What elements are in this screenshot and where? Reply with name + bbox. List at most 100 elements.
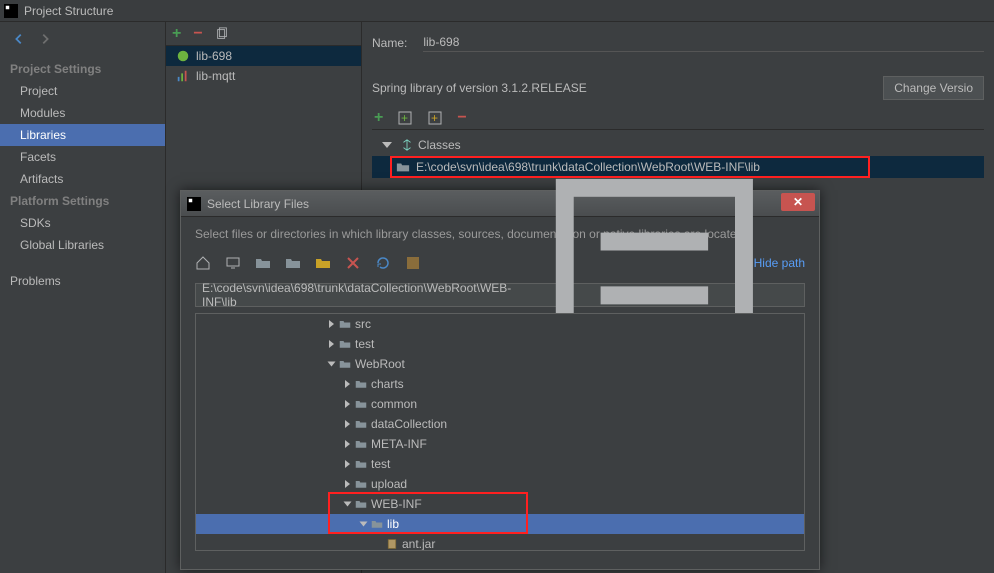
tree-node-label: lib xyxy=(387,517,399,531)
tree-node-label: WebRoot xyxy=(355,357,405,371)
forward-icon[interactable] xyxy=(38,32,52,46)
sidebar-item-facets[interactable]: Facets xyxy=(0,146,165,168)
svg-text:+: + xyxy=(431,111,438,125)
refresh-icon[interactable] xyxy=(375,255,391,271)
classes-label: Classes xyxy=(418,138,461,152)
back-icon[interactable] xyxy=(12,32,26,46)
section-project-settings: Project Settings xyxy=(0,58,165,80)
tree-row[interactable]: src xyxy=(196,314,804,334)
tree-row[interactable]: test xyxy=(196,454,804,474)
tree-arrow-icon xyxy=(345,380,350,388)
tree-row[interactable]: WEB-INF xyxy=(196,494,804,514)
library-label: lib-698 xyxy=(196,49,232,63)
window-title-bar: Project Structure xyxy=(0,0,994,22)
sidebar-item-libraries[interactable]: Libraries xyxy=(0,124,165,146)
svg-text:+: + xyxy=(401,111,408,125)
remove-library-button[interactable]: − xyxy=(193,25,202,43)
tree-arrow-icon xyxy=(345,460,350,468)
change-version-button[interactable]: Change Versio xyxy=(883,76,984,100)
add-library-button[interactable]: + xyxy=(172,25,181,43)
remove-root-button[interactable]: − xyxy=(457,109,466,127)
library-item-lib-698[interactable]: lib-698 xyxy=(166,46,361,66)
sidebar-item-artifacts[interactable]: Artifacts xyxy=(0,168,165,190)
tree-arrow-icon xyxy=(344,502,352,507)
dialog-file-tree[interactable]: src test WebRoot charts common dataCollection… xyxy=(195,313,805,551)
folder-icon xyxy=(339,358,351,370)
jar-icon xyxy=(386,538,398,550)
sidebar-item-problems[interactable]: Problems xyxy=(0,270,165,292)
specify-doc-icon[interactable]: + xyxy=(397,110,413,126)
tree-row[interactable]: upload xyxy=(196,474,804,494)
tree-arrow-icon xyxy=(345,420,350,428)
window-title: Project Structure xyxy=(24,4,113,18)
folder-icon xyxy=(355,458,367,470)
delete-icon[interactable] xyxy=(345,255,361,271)
library-label: lib-mqtt xyxy=(196,69,235,83)
sidebar-item-sdks[interactable]: SDKs xyxy=(0,212,165,234)
dialog-path-field[interactable]: E:\code\svn\idea\698\trunk\dataCollectio… xyxy=(195,283,805,307)
detail-toolbar: + + + − xyxy=(372,106,984,130)
tree-arrow-icon xyxy=(345,440,350,448)
add-root-button[interactable]: + xyxy=(374,109,383,127)
tree-row[interactable]: WebRoot xyxy=(196,354,804,374)
folder-icon xyxy=(339,338,351,350)
app-icon xyxy=(4,4,18,18)
app-icon xyxy=(187,197,201,211)
project-icon[interactable] xyxy=(255,255,271,271)
libraries-toolbar: + − xyxy=(166,22,361,46)
tree-node-label: WEB-INF xyxy=(371,497,422,511)
tree-node-label: charts xyxy=(371,377,404,391)
sidebar-item-project[interactable]: Project xyxy=(0,80,165,102)
name-label: Name: xyxy=(372,36,407,50)
tree-node-label: upload xyxy=(371,477,407,491)
tree-arrow-icon xyxy=(360,522,368,527)
tree-node-label: common xyxy=(371,397,417,411)
folder-icon xyxy=(355,498,367,510)
folder-icon xyxy=(396,160,410,174)
tree-row-selected[interactable]: lib xyxy=(196,514,804,534)
tree-row[interactable]: META-INF xyxy=(196,434,804,454)
section-platform-settings: Platform Settings xyxy=(0,190,165,212)
dialog-title: Select Library Files xyxy=(207,197,309,211)
expand-triangle-icon xyxy=(382,142,392,148)
copy-icon[interactable] xyxy=(215,27,229,41)
tree-node-label: ant.jar xyxy=(402,537,435,551)
sidebar-item-modules[interactable]: Modules xyxy=(0,102,165,124)
tree-arrow-icon xyxy=(329,340,334,348)
tree-row[interactable]: common xyxy=(196,394,804,414)
folder-icon xyxy=(355,378,367,390)
tree-arrow-icon xyxy=(329,320,334,328)
tree-node-label: dataCollection xyxy=(371,417,447,431)
tree-node-label: src xyxy=(355,317,371,331)
tree-row[interactable]: test xyxy=(196,334,804,354)
tree-row[interactable]: ant.jar xyxy=(196,534,804,551)
tree-row[interactable]: charts xyxy=(196,374,804,394)
settings-sidebar: Project Settings Project Modules Librari… xyxy=(0,22,166,573)
library-name-field[interactable]: lib-698 xyxy=(423,35,984,52)
tree-row[interactable]: dataCollection xyxy=(196,414,804,434)
desktop-icon[interactable] xyxy=(225,255,241,271)
tree-arrow-icon xyxy=(345,400,350,408)
home-icon[interactable] xyxy=(195,255,211,271)
classes-icon xyxy=(400,138,414,152)
tree-node-label: test xyxy=(371,457,390,471)
spring-icon xyxy=(176,49,190,63)
folder-icon xyxy=(355,418,367,430)
module-icon[interactable] xyxy=(285,255,301,271)
bars-icon xyxy=(176,69,190,83)
tree-node-label: META-INF xyxy=(371,437,427,451)
dialog-close-button[interactable]: ✕ xyxy=(781,193,815,211)
folder-icon xyxy=(339,318,351,330)
folder-icon xyxy=(355,478,367,490)
tree-node-label: test xyxy=(355,337,374,351)
new-folder-icon[interactable] xyxy=(315,255,331,271)
library-item-lib-mqtt[interactable]: lib-mqtt xyxy=(166,66,361,86)
sidebar-item-global-libraries[interactable]: Global Libraries xyxy=(0,234,165,256)
folder-icon xyxy=(371,518,383,530)
show-hidden-icon[interactable] xyxy=(405,255,421,271)
dialog-path-text: E:\code\svn\idea\698\trunk\dataCollectio… xyxy=(202,281,511,309)
folder-icon xyxy=(355,398,367,410)
version-text: Spring library of version 3.1.2.RELEASE xyxy=(372,81,587,95)
tree-arrow-icon xyxy=(345,480,350,488)
specify-url-icon[interactable]: + xyxy=(427,110,443,126)
